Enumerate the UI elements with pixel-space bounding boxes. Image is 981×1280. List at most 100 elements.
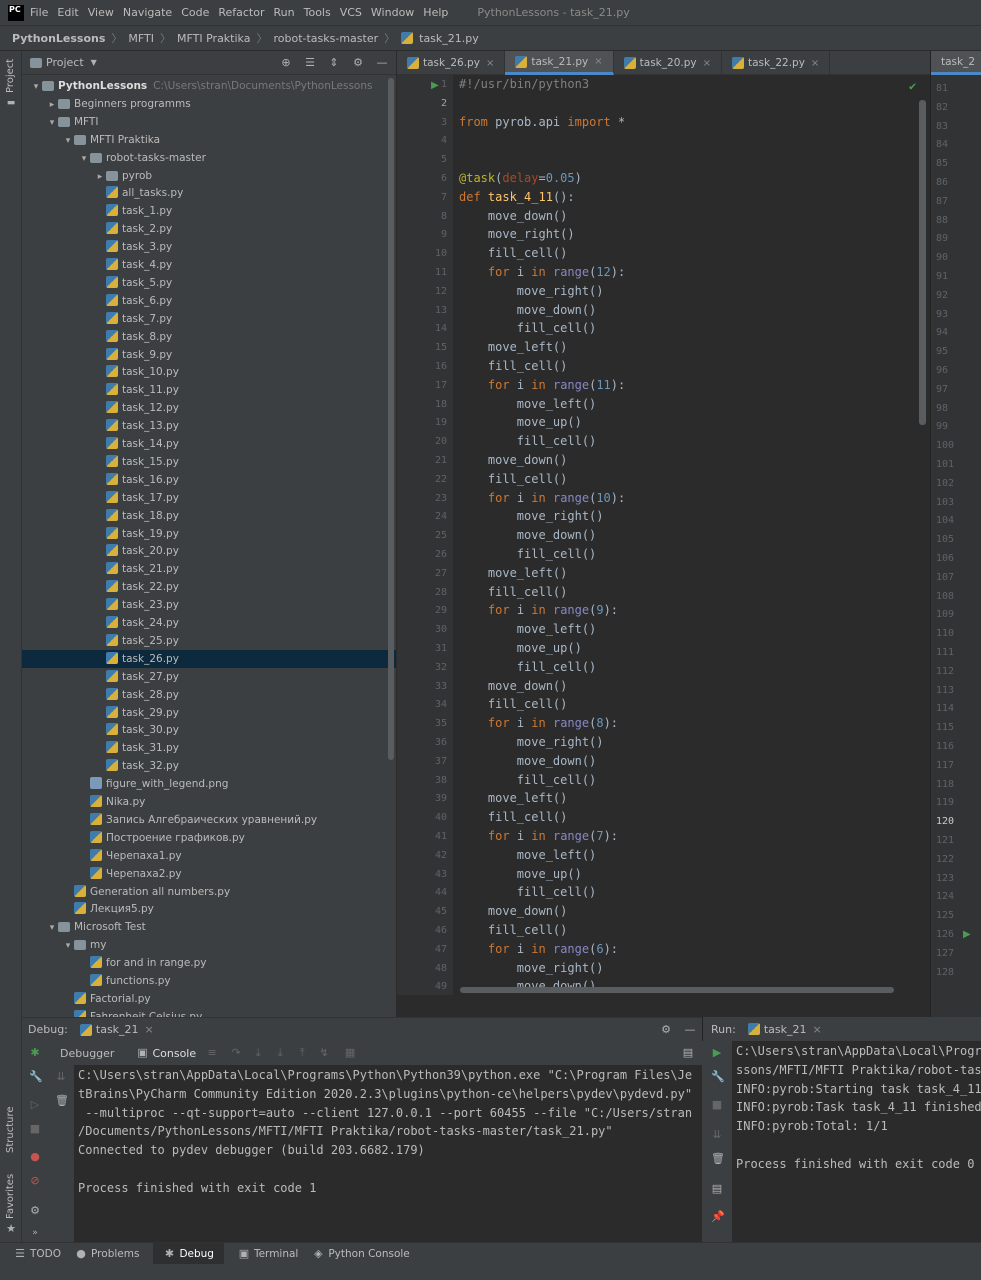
tree-file[interactable]: Построение графиков.py <box>22 829 396 847</box>
editor-vertical-scrollbar[interactable] <box>919 100 926 425</box>
tree-file[interactable]: task_25.py <box>22 632 396 650</box>
tree-folder[interactable]: ▸ pyrob <box>22 167 396 185</box>
tree-file[interactable]: task_28.py <box>22 686 396 704</box>
debugger-tab[interactable]: Debugger <box>60 1047 114 1060</box>
chevron-down-icon[interactable]: ▾ <box>30 78 42 96</box>
menu-item-help[interactable]: Help <box>423 6 448 19</box>
editor-tab[interactable]: task_26.py × <box>397 51 506 75</box>
tree-file[interactable]: Factorial.py <box>22 990 396 1008</box>
rerun-icon[interactable]: ▶ <box>711 1047 723 1059</box>
tree-file[interactable]: task_1.py <box>22 202 396 220</box>
tree-file[interactable]: task_27.py <box>22 668 396 686</box>
chevron-right-icon[interactable]: ▸ <box>94 168 106 186</box>
tree-file[interactable]: task_19.py <box>22 525 396 543</box>
tree-folder[interactable]: ▾ robot-tasks-master <box>22 149 396 167</box>
tree-file[interactable]: task_16.py <box>22 471 396 489</box>
chevron-down-icon[interactable]: ▾ <box>62 132 74 150</box>
breadcrumb-item[interactable]: MFTI Praktika <box>177 32 250 45</box>
chevron-down-icon[interactable]: ▾ <box>46 919 58 937</box>
locate-icon[interactable]: ⊕ <box>280 56 292 69</box>
run-gutter-icon[interactable]: ▶ <box>963 929 971 940</box>
tree-file[interactable]: Черепаха1.py <box>22 847 396 865</box>
editor-tab[interactable]: task_21.py × <box>505 51 614 75</box>
close-icon[interactable]: × <box>594 56 602 67</box>
trash-icon[interactable]: 🗑 <box>711 1153 725 1165</box>
split-editor-tab[interactable]: task_2 <box>931 51 981 75</box>
favorites-tool-button[interactable]: Favorites <box>5 1174 16 1219</box>
tree-file[interactable]: task_32.py <box>22 757 396 775</box>
tree-file[interactable]: Запись Алгебраических уравнений.py <box>22 811 396 829</box>
close-icon[interactable]: × <box>812 1023 821 1036</box>
tree-file[interactable]: task_14.py <box>22 435 396 453</box>
tool-window-debug[interactable]: ✱ Debug <box>153 1242 224 1265</box>
tree-file[interactable]: task_29.py <box>22 704 396 722</box>
tree-file[interactable]: task_5.py <box>22 274 396 292</box>
wrench-icon[interactable]: 🔧 <box>711 1071 725 1083</box>
tool-window-todo[interactable]: ☰ TODO <box>14 1247 61 1260</box>
menu-item-vcs[interactable]: VCS <box>340 6 362 19</box>
tree-file[interactable]: task_21.py <box>22 560 396 578</box>
tree-file[interactable]: task_12.py <box>22 399 396 417</box>
editor-tab[interactable]: task_20.py × <box>614 51 722 75</box>
mute-breakpoints-icon[interactable]: ⊘ <box>29 1175 41 1187</box>
tree-file[interactable]: all_tasks.py <box>22 184 396 202</box>
debug-session-tab[interactable]: task_21 <box>96 1023 139 1036</box>
tree-file[interactable]: task_4.py <box>22 256 396 274</box>
menu-item-window[interactable]: Window <box>371 6 414 19</box>
step-over-icon[interactable]: ↷ <box>230 1047 242 1059</box>
tree-folder[interactable]: ▾ my <box>22 936 396 954</box>
project-tool-button[interactable]: Project <box>5 59 16 93</box>
tree-file[interactable]: task_8.py <box>22 328 396 346</box>
editor-horizontal-scrollbar[interactable] <box>460 987 894 993</box>
editor-tab[interactable]: task_22.py × <box>722 51 831 75</box>
expand-all-icon[interactable]: ☰ <box>304 56 316 69</box>
collapse-all-icon[interactable]: ⇕ <box>328 56 340 69</box>
breadcrumb-item[interactable]: task_21.py <box>419 32 479 45</box>
tree-file[interactable]: Лекция5.py <box>22 900 396 918</box>
tree-file[interactable]: task_2.py <box>22 220 396 238</box>
minimize-icon[interactable]: — <box>684 1023 696 1036</box>
step-out-icon[interactable]: ⤒ <box>296 1047 308 1059</box>
tree-file[interactable]: functions.py <box>22 972 396 990</box>
layout-icon[interactable]: ▤ <box>682 1047 694 1059</box>
tree-file[interactable]: task_11.py <box>22 381 396 399</box>
tree-file[interactable]: task_24.py <box>22 614 396 632</box>
tree-folder[interactable]: ▾ Microsoft Test <box>22 918 396 936</box>
breadcrumb-item[interactable]: PythonLessons <box>12 32 105 45</box>
tree-file[interactable]: Черепаха2.py <box>22 865 396 883</box>
debug-console-output[interactable]: C:\Users\stran\AppData\Local\Programs\Py… <box>74 1065 692 1242</box>
menu-item-navigate[interactable]: Navigate <box>123 6 172 19</box>
menu-item-view[interactable]: View <box>88 6 114 19</box>
breadcrumb-item[interactable]: MFTI <box>128 32 154 45</box>
wrench-icon[interactable]: 🔧 <box>29 1071 43 1083</box>
tree-file[interactable]: task_30.py <box>22 721 396 739</box>
tool-window-python-console[interactable]: ◈ Python Console <box>312 1247 410 1260</box>
layout-icon[interactable]: ▤ <box>711 1183 723 1195</box>
evaluate-icon[interactable]: ▦ <box>344 1047 356 1059</box>
tree-file[interactable]: Generation all numbers.py <box>22 883 396 901</box>
project-panel-title[interactable]: Project <box>46 56 84 69</box>
bug-icon[interactable]: ✱ <box>29 1047 41 1059</box>
stop-icon[interactable]: ■ <box>711 1099 723 1111</box>
tree-file[interactable]: task_31.py <box>22 739 396 757</box>
tree-file[interactable]: task_9.py <box>22 346 396 364</box>
run-console-output[interactable]: C:\Users\stran\AppData\Local\Progra ssons… <box>732 1041 981 1242</box>
run-session-tab[interactable]: task_21 <box>764 1023 807 1036</box>
close-icon[interactable]: × <box>811 58 819 69</box>
tree-folder[interactable]: ▾ MFTI Praktika <box>22 131 396 149</box>
menu-item-tools[interactable]: Tools <box>304 6 331 19</box>
tree-file[interactable]: task_23.py <box>22 596 396 614</box>
tree-file[interactable]: task_7.py <box>22 310 396 328</box>
tree-file[interactable]: task_18.py <box>22 507 396 525</box>
run-to-cursor-icon[interactable]: ↯ <box>318 1047 330 1059</box>
chevron-down-icon[interactable]: ▼ <box>88 57 100 69</box>
tree-file[interactable]: task_17.py <box>22 489 396 507</box>
chevron-right-icon[interactable]: ▸ <box>46 96 58 114</box>
chevron-down-icon[interactable]: ▾ <box>78 150 90 168</box>
breakpoints-icon[interactable]: ● <box>29 1151 41 1163</box>
menu-icon[interactable]: ≡ <box>206 1047 218 1059</box>
tree-file[interactable]: Nika.py <box>22 793 396 811</box>
menu-item-edit[interactable]: Edit <box>57 6 78 19</box>
tree-folder[interactable]: ▾ PythonLessons C:\Users\stran\Documents\P… <box>22 77 396 95</box>
tree-file[interactable]: task_3.py <box>22 238 396 256</box>
